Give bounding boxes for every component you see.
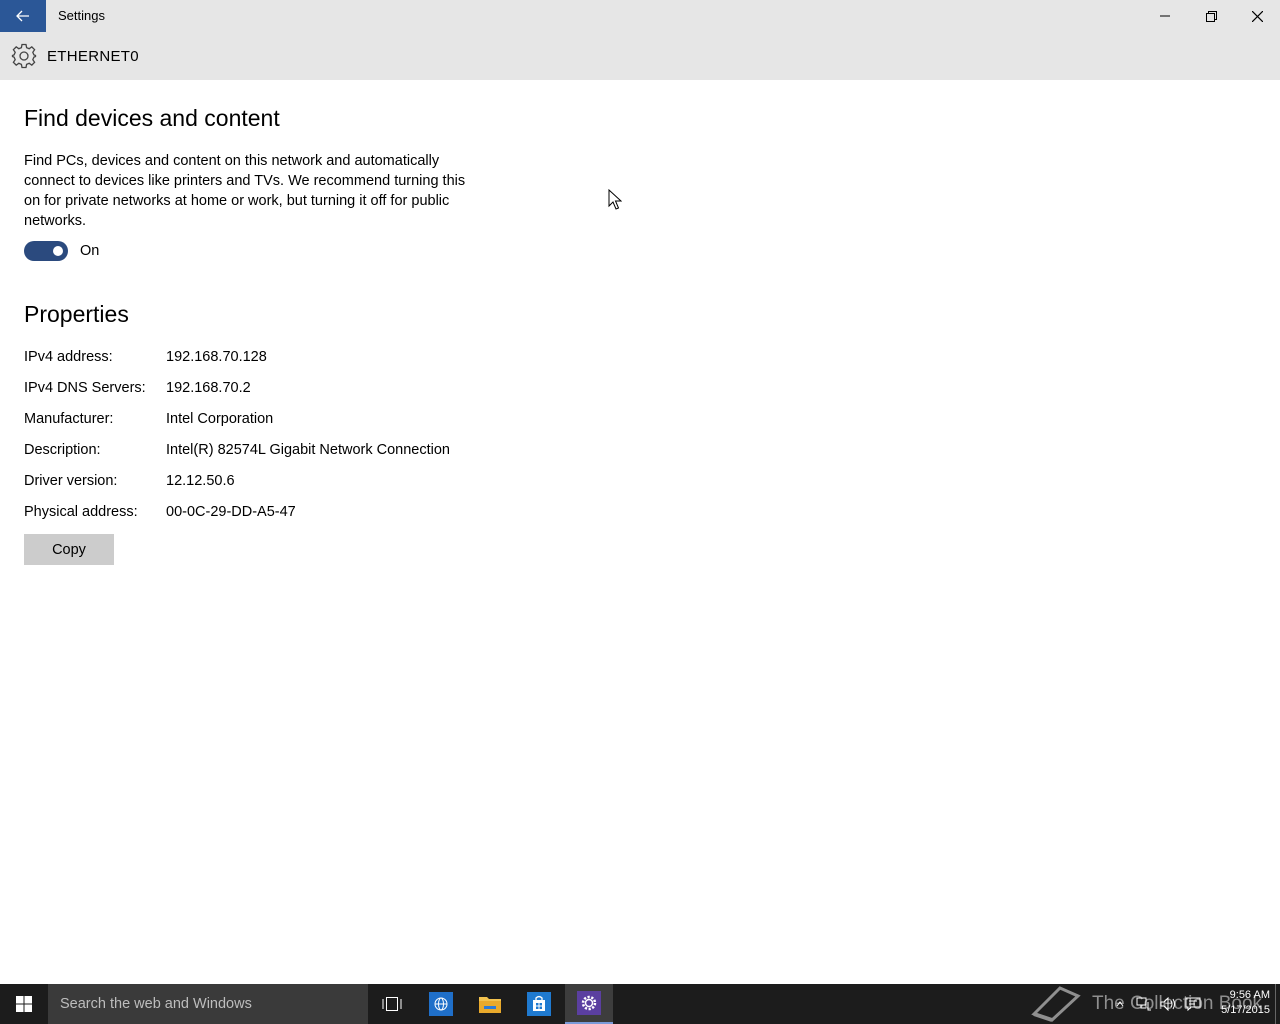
taskbar-search-box[interactable]: Search the web and Windows [48, 984, 368, 1024]
find-devices-heading: Find devices and content [24, 105, 280, 131]
action-center-button[interactable] [1181, 984, 1205, 1024]
properties-heading: Properties [24, 301, 129, 327]
restore-button[interactable] [1188, 0, 1234, 32]
taskbar-file-explorer[interactable] [466, 984, 514, 1024]
task-view-icon [382, 997, 402, 1011]
back-button[interactable] [0, 0, 46, 32]
close-button[interactable] [1234, 0, 1280, 32]
globe-icon [429, 992, 453, 1016]
windows-logo-icon [16, 996, 32, 1012]
speaker-icon [1160, 997, 1175, 1011]
find-devices-description: Find PCs, devices and content on this ne… [24, 153, 466, 229]
manufacturer-label: Manufacturer: [24, 411, 114, 427]
gear-icon [577, 991, 601, 1015]
book-icon [1031, 986, 1081, 1022]
system-clock[interactable]: 9:56 AM 5/17/2015 [1208, 988, 1270, 1018]
page-title: ETHERNET0 [47, 48, 139, 65]
toggle-knob [53, 246, 63, 256]
physical-address-label: Physical address: [24, 504, 138, 520]
task-view-button[interactable] [368, 984, 416, 1024]
mouse-cursor-icon [608, 189, 622, 210]
close-icon [1251, 10, 1263, 22]
gear-icon [11, 43, 37, 69]
description-value: Intel(R) 82574L Gigabit Network Connecti… [166, 442, 450, 458]
network-discovery-toggle[interactable] [24, 241, 68, 261]
minimize-icon [1160, 15, 1170, 17]
restore-icon [1205, 10, 1217, 22]
driver-version-label: Driver version: [24, 473, 118, 489]
clock-date: 5/17/2015 [1221, 1004, 1270, 1016]
network-icon [1136, 997, 1151, 1011]
arrow-left-icon [16, 10, 29, 22]
folder-icon [479, 997, 501, 1013]
description-label: Description: [24, 442, 101, 458]
window-title: Settings [58, 8, 105, 23]
ipv4-address-label: IPv4 address: [24, 349, 113, 365]
dns-servers-label: IPv4 DNS Servers: [24, 380, 146, 396]
chevron-up-icon [1116, 1001, 1124, 1007]
physical-address-value: 00-0C-29-DD-A5-47 [166, 504, 296, 520]
search-placeholder: Search the web and Windows [60, 996, 252, 1012]
minimize-button[interactable] [1142, 0, 1188, 32]
taskbar: Search the web and Windows The Collectio… [0, 984, 1280, 1024]
notification-icon [1185, 997, 1201, 1011]
driver-version-value: 12.12.50.6 [166, 473, 235, 489]
taskbar-store[interactable] [515, 984, 563, 1024]
show-desktop-button[interactable] [1275, 984, 1276, 1024]
network-tray-button[interactable] [1132, 984, 1156, 1024]
page-header: ETHERNET0 [0, 32, 1280, 80]
copy-button[interactable]: Copy [24, 534, 114, 565]
title-bar: Settings [0, 0, 1280, 32]
dns-servers-value: 192.168.70.2 [166, 380, 251, 396]
toggle-state-label: On [80, 243, 100, 259]
ipv4-address-value: 192.168.70.128 [166, 349, 267, 365]
volume-tray-button[interactable] [1157, 984, 1181, 1024]
start-button[interactable] [0, 984, 48, 1024]
taskbar-settings-app[interactable] [565, 984, 613, 1024]
show-hidden-icons-button[interactable] [1112, 984, 1128, 1024]
taskbar-browser-app[interactable] [417, 984, 465, 1024]
manufacturer-value: Intel Corporation [166, 411, 274, 427]
store-bag-icon [527, 992, 551, 1016]
clock-time: 9:56 AM [1229, 989, 1270, 1001]
